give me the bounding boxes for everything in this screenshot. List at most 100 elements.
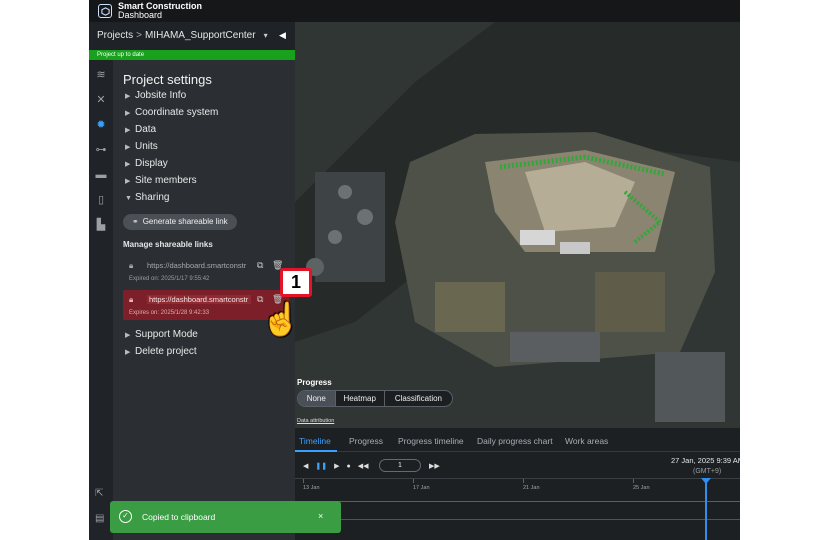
step-callout-badge: 1 bbox=[280, 268, 312, 297]
menu-item-display[interactable]: ▶ Display bbox=[125, 158, 168, 169]
play-icon[interactable]: ▶ bbox=[334, 463, 339, 470]
menu-item-units[interactable]: ▶ Units bbox=[125, 141, 158, 152]
app-header: Smart Construction Dashboard bbox=[89, 0, 740, 22]
menu-item-sharing[interactable]: ▼ Sharing bbox=[125, 192, 169, 203]
menu-item-data[interactable]: ▶ Data bbox=[125, 124, 156, 135]
external-link-icon[interactable]: ⇱ bbox=[95, 488, 103, 499]
progress-option-none[interactable]: None bbox=[298, 391, 336, 406]
menu-item-site-members[interactable]: ▶ Site members bbox=[125, 175, 197, 186]
caret-right-icon: ▶ bbox=[125, 161, 131, 168]
data-attribution-link[interactable]: Data attribution bbox=[297, 418, 334, 424]
frame-input[interactable]: 1 bbox=[379, 459, 421, 472]
check-circle-icon: ✓ bbox=[119, 510, 132, 523]
brand-line2: Dashboard bbox=[118, 10, 163, 20]
app-window: Smart Construction Dashboard Projects > MI… bbox=[89, 0, 740, 540]
project-status-bar: Project up to date bbox=[89, 50, 295, 60]
caret-right-icon: ▶ bbox=[125, 144, 131, 151]
timeline-cursor-handle[interactable] bbox=[701, 478, 711, 484]
breadcrumb: Projects > MIHAMA_SupportCenter ▾ bbox=[97, 30, 268, 41]
tab-progress[interactable]: Progress bbox=[349, 436, 383, 446]
lock-icon: 🔒︎ bbox=[129, 295, 134, 304]
menu-item-delete-project[interactable]: ▶ Delete project bbox=[125, 346, 197, 357]
caret-right-icon: ▶ bbox=[125, 110, 131, 117]
sidebar-rail: ≋ ✕ ✹ ⊶ ▬ ▯ ▙ ⇱ ▤ bbox=[89, 60, 113, 540]
timeline-tabs: Timeline Progress Progress timeline Dail… bbox=[295, 428, 740, 452]
drone-icon[interactable]: ⊶ bbox=[94, 143, 108, 157]
generate-shareable-link-button[interactable]: ⚭ Generate shareable link bbox=[123, 214, 237, 230]
axis-date-label: 17 Jan bbox=[413, 485, 430, 491]
progress-option-heatmap[interactable]: Heatmap bbox=[336, 391, 385, 406]
tab-daily-progress-chart[interactable]: Daily progress chart bbox=[477, 436, 553, 446]
progress-controls: Progress None Heatmap Classification bbox=[297, 374, 457, 412]
map-pin-icon[interactable]: ▙ bbox=[94, 218, 108, 232]
stop-icon[interactable]: ● bbox=[347, 463, 351, 470]
shareable-link-row: 🔒︎ https://dashboard.smartconstr ⧉ 🗑︎ Ex… bbox=[123, 256, 289, 286]
layers-icon[interactable]: ≋ bbox=[94, 68, 108, 82]
close-icon[interactable]: × bbox=[318, 511, 323, 521]
mobile-icon[interactable]: ▯ bbox=[94, 193, 108, 207]
link-url[interactable]: https://dashboard.smartconstr bbox=[147, 295, 251, 304]
site-point-cloud bbox=[295, 22, 740, 428]
breadcrumb-separator: > bbox=[136, 30, 142, 41]
folder-icon[interactable]: ▬ bbox=[94, 168, 108, 182]
progress-panel bbox=[295, 22, 455, 60]
timeline-axis: 13 Jan 17 Jan 21 Jan 25 Jan bbox=[295, 478, 740, 492]
settings-title: Project settings bbox=[123, 72, 212, 87]
axis-tick bbox=[523, 479, 524, 483]
breadcrumb-projects[interactable]: Projects bbox=[97, 30, 133, 41]
logo-icon bbox=[98, 4, 112, 18]
caret-right-icon: ▶ bbox=[125, 349, 131, 356]
timeline-cursor[interactable] bbox=[705, 478, 707, 540]
axis-date-label: 25 Jan bbox=[633, 485, 650, 491]
axis-tick bbox=[413, 479, 414, 483]
tab-work-areas[interactable]: Work areas bbox=[565, 436, 608, 446]
axis-date-label: 13 Jan bbox=[303, 485, 320, 491]
collapse-panel-icon[interactable]: ◀ bbox=[279, 30, 286, 41]
timeline-panel: Timeline Progress Progress timeline Dail… bbox=[295, 428, 740, 540]
tab-progress-timeline[interactable]: Progress timeline bbox=[398, 436, 464, 446]
progress-segmented-control: None Heatmap Classification bbox=[297, 390, 453, 407]
menu-item-coordinate-system[interactable]: ▶ Coordinate system bbox=[125, 107, 218, 118]
brand-name: Smart Construction Dashboard bbox=[118, 2, 202, 20]
breadcrumb-project[interactable]: MIHAMA_SupportCenter bbox=[145, 30, 256, 41]
step-back-icon[interactable]: ◀ bbox=[303, 463, 308, 470]
toast-notification: ✓ Copied to clipboard × bbox=[110, 501, 341, 533]
caret-right-icon: ▶ bbox=[125, 178, 131, 185]
caret-right-icon: ▶ bbox=[125, 332, 131, 339]
menu-item-jobsite-info[interactable]: ▶ Jobsite Info bbox=[125, 90, 186, 101]
link-url: https://dashboard.smartconstr bbox=[147, 261, 247, 270]
link-icon: ⚭ bbox=[132, 217, 139, 226]
playback-controls: ◀ ❚❚ ▶ ● ◀◀ bbox=[303, 462, 376, 470]
pointer-hand-icon: ☝ bbox=[261, 301, 301, 337]
document-icon[interactable]: ▤ bbox=[95, 513, 104, 524]
copy-icon[interactable]: ⧉ bbox=[257, 260, 263, 271]
timeline-track bbox=[295, 501, 740, 502]
rewind-icon[interactable]: ◀◀ bbox=[358, 463, 369, 470]
chevron-down-icon[interactable]: ▾ bbox=[264, 31, 268, 40]
axis-tick bbox=[633, 479, 634, 483]
manage-links-title: Manage shareable links bbox=[123, 240, 213, 249]
caret-down-icon: ▼ bbox=[125, 195, 132, 202]
progress-option-classification[interactable]: Classification bbox=[385, 391, 452, 406]
link-expiry: Expires on: 2025/1/28 9:42:33 bbox=[129, 310, 210, 316]
active-tab-indicator bbox=[295, 450, 337, 452]
toast-message: Copied to clipboard bbox=[142, 512, 216, 522]
lock-icon: 🔒︎ bbox=[129, 261, 134, 270]
gear-icon[interactable]: ✹ bbox=[94, 118, 108, 132]
map-viewport[interactable] bbox=[295, 22, 740, 428]
caret-right-icon: ▶ bbox=[125, 127, 131, 134]
caret-right-icon: ▶ bbox=[125, 93, 131, 100]
tab-timeline[interactable]: Timeline bbox=[299, 436, 331, 446]
project-panel: Projects > MIHAMA_SupportCenter ▾ ◀ Project… bbox=[89, 22, 295, 540]
timeline-track bbox=[295, 519, 740, 520]
axis-tick bbox=[303, 479, 304, 483]
tools-icon[interactable]: ✕ bbox=[94, 93, 108, 107]
timezone-label: (GMT+9) bbox=[693, 468, 722, 475]
current-datetime: 27 Jan, 2025 9:39 AM bbox=[671, 456, 740, 465]
menu-item-support-mode[interactable]: ▶ Support Mode bbox=[125, 329, 198, 340]
progress-title: Progress bbox=[297, 378, 332, 387]
fast-forward-icon[interactable]: ▶▶ bbox=[429, 462, 440, 470]
pause-icon[interactable]: ❚❚ bbox=[315, 463, 327, 470]
axis-date-label: 21 Jan bbox=[523, 485, 540, 491]
link-expiry: Expired on: 2025/1/17 9:55:42 bbox=[129, 276, 210, 282]
